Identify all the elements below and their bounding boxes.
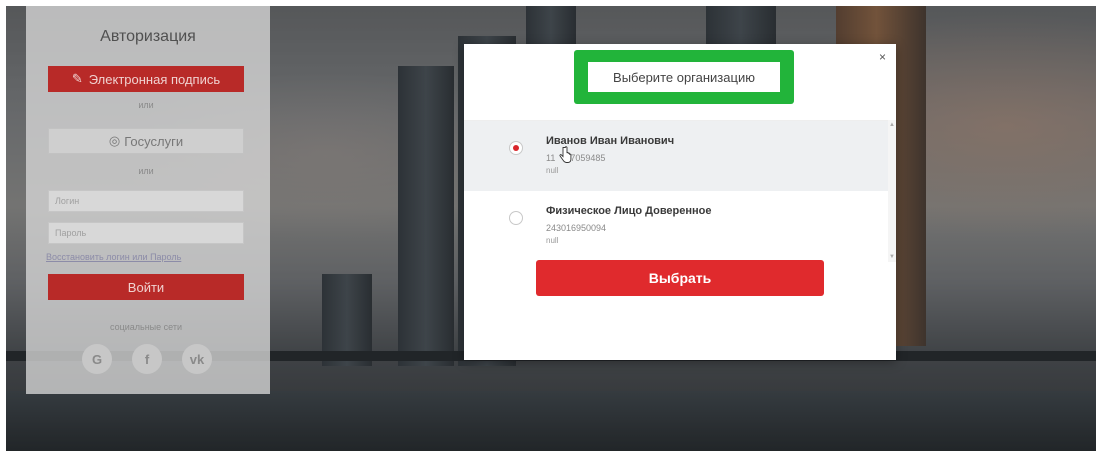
esign-button[interactable]: ✎ Электронная подпись [48,66,244,92]
password-field[interactable]: Пароль [48,222,244,244]
gosuslugi-icon: ◎ [108,133,121,148]
list-scrollbar[interactable]: ▲ ▼ [888,120,896,262]
scroll-up-icon[interactable]: ▲ [889,122,895,128]
login-submit-label: Войти [127,279,165,295]
restore-link[interactable]: Восстановить логин или Пароль [46,252,181,262]
social-label: социальные сети [109,322,183,332]
organization-extra: null [546,166,559,175]
vk-glyph: vk [189,351,205,367]
facebook-icon[interactable]: f [132,344,162,374]
radio-dot [513,145,519,151]
hand-cursor-icon [559,146,572,163]
organization-list: Иванов Иван Иванович 11 27059485 null Фи… [464,120,896,262]
password-placeholder: Пароль [55,228,87,238]
esign-label: Электронная подпись [88,71,221,87]
organization-item[interactable]: Иванов Иван Иванович 11 27059485 null [464,121,888,191]
or-divider: или [138,100,154,110]
choose-label: Выбрать [648,270,712,286]
login-submit-button[interactable]: Войти [48,274,244,300]
organization-inn: 243016950094 [546,223,607,233]
radio-unselected[interactable] [509,211,523,225]
organization-name: Физическое Лицо Доверенное [546,205,712,217]
login-panel: Авторизация ✎ Электронная подпись или ◎ … [26,6,270,394]
gosuslugi-button[interactable]: ◎ Госуслуги [48,128,244,154]
facebook-glyph: f [144,351,150,367]
or-divider: или [138,166,154,176]
scroll-down-icon[interactable]: ▼ [889,254,895,260]
login-title: Авторизация [100,28,196,45]
organization-item[interactable]: Физическое Лицо Доверенное 243016950094 … [464,191,888,261]
login-placeholder: Логин [55,196,80,206]
close-icon[interactable]: × [879,50,886,64]
signature-icon: ✎ [71,71,83,86]
gosuslugi-label: Госуслуги [124,133,184,149]
choose-button[interactable]: Выбрать [536,260,824,296]
login-field[interactable]: Логин [48,190,244,212]
google-glyph: G [91,351,103,367]
organization-extra: null [546,236,559,245]
vk-icon[interactable]: vk [182,344,212,374]
modal-title-text: Выберите организацию [613,69,755,85]
radio-selected[interactable] [509,141,523,155]
google-icon[interactable]: G [82,344,112,374]
organization-modal: × Выберите организацию Иванов Иван Ивано… [464,44,896,360]
organization-inn: 11 27059485 [546,153,606,163]
modal-title: Выберите организацию [588,62,780,92]
